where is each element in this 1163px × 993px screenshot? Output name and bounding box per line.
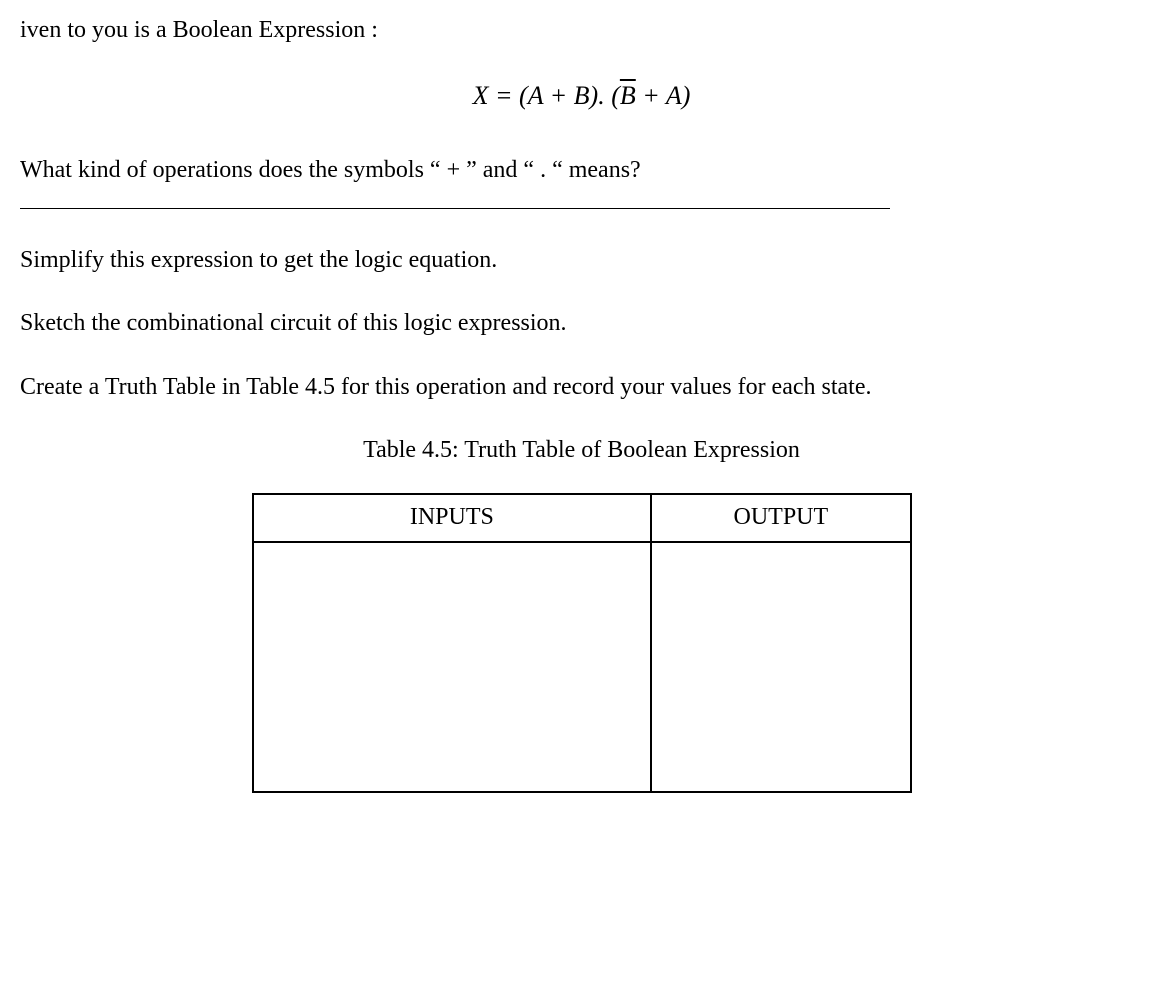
sketch-instruction: Sketch the combinational circuit of this… xyxy=(20,307,1143,341)
intro-text: iven to you is a Boolean Expression : xyxy=(20,14,1143,48)
eq-eq: = xyxy=(489,81,520,110)
table-header-row: INPUTS OUTPUT xyxy=(253,494,911,542)
truth-table: INPUTS OUTPUT xyxy=(252,493,912,793)
boolean-equation: X = (A + B). (B + A) xyxy=(20,78,1143,114)
table-body-row xyxy=(253,542,911,792)
eq-part2: + A) xyxy=(636,81,691,110)
truth-table-instruction: Create a Truth Table in Table 4.5 for th… xyxy=(20,371,1130,405)
question-symbols: What kind of operations does the symbols… xyxy=(20,154,1143,188)
header-output: OUTPUT xyxy=(651,494,910,542)
eq-part1: (A + B). ( xyxy=(519,81,620,110)
simplify-instruction: Simplify this expression to get the logi… xyxy=(20,244,1143,278)
output-cell xyxy=(651,542,910,792)
table-caption: Table 4.5: Truth Table of Boolean Expres… xyxy=(20,434,1143,468)
answer-line xyxy=(20,208,890,209)
header-inputs: INPUTS xyxy=(253,494,652,542)
eq-lhs: X xyxy=(473,81,489,110)
eq-bar-b: B xyxy=(620,78,636,114)
inputs-cell xyxy=(253,542,652,792)
